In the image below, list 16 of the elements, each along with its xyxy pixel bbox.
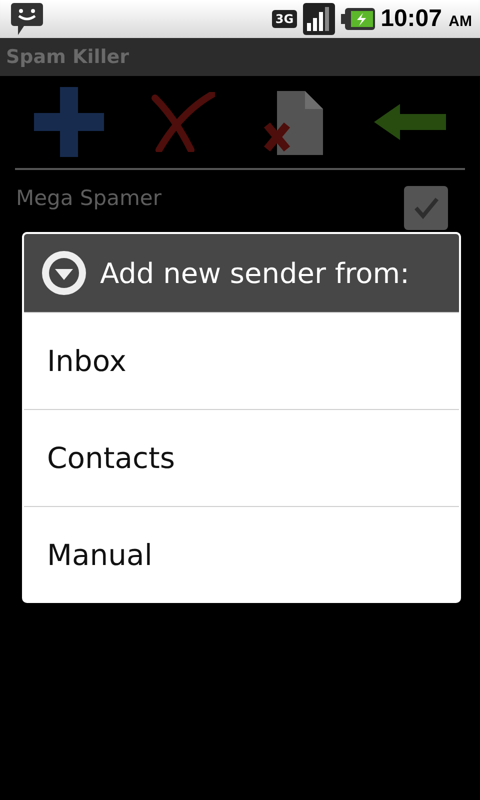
sender-name: Mega Spamer [16, 186, 162, 210]
message-icon [10, 1, 44, 37]
clock: 10:07 AM [380, 5, 472, 33]
cross-icon[interactable] [151, 92, 216, 152]
menu-item[interactable]: Contacts [24, 409, 459, 506]
checkbox[interactable] [404, 186, 448, 230]
dropdown-icon [40, 249, 88, 297]
menu-item[interactable]: Inbox [24, 312, 459, 409]
battery-icon [340, 7, 375, 31]
arrow-left-icon[interactable] [374, 102, 446, 142]
menu-item[interactable]: Manual [24, 506, 459, 603]
app-title: Spam Killer [6, 46, 130, 68]
signal-icon [302, 3, 335, 35]
plus-icon[interactable] [34, 87, 104, 157]
dialog-title: Add new sender from: [100, 256, 410, 290]
network-type: 3G [272, 10, 297, 28]
